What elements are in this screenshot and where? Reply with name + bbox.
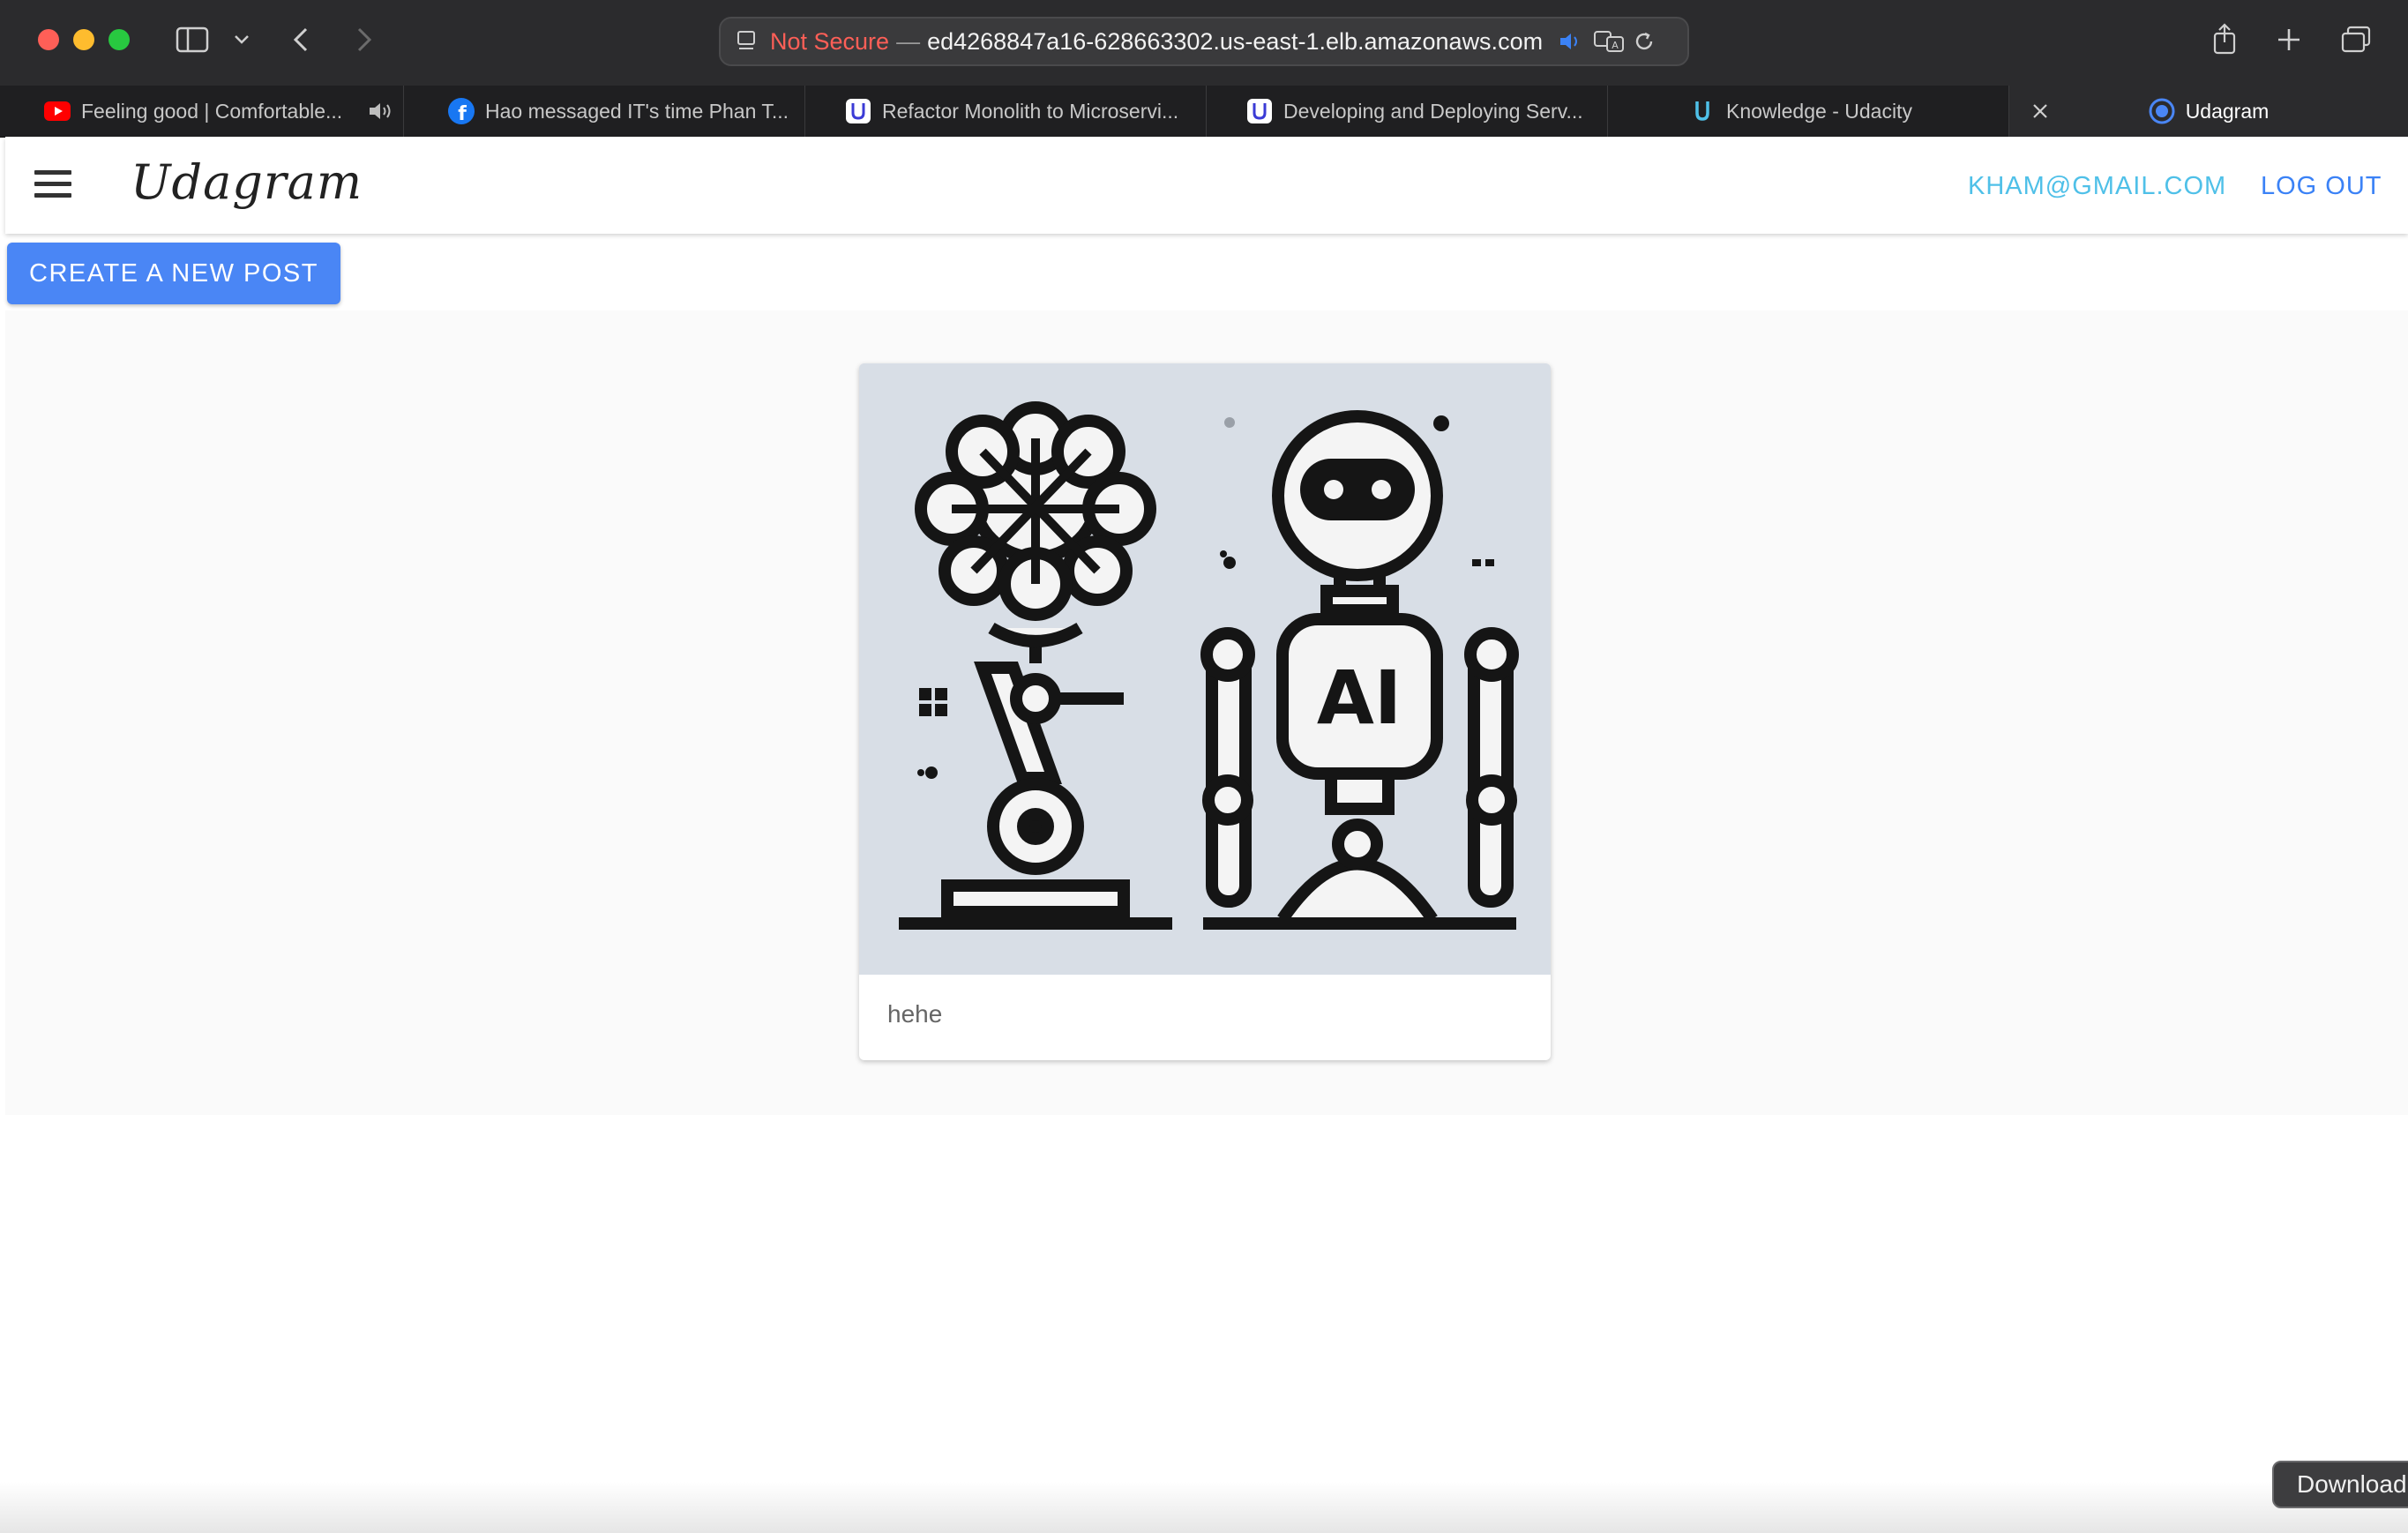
share-icon[interactable]: [2210, 21, 2240, 56]
chevron-down-icon[interactable]: [231, 29, 252, 50]
udacity-icon: [1246, 98, 1273, 124]
page-menu-icon[interactable]: [731, 28, 761, 55]
app-header: Udagram KHAM@GMAIL.COM LOG OUT: [5, 137, 2408, 234]
brand-logo[interactable]: Udagram: [131, 154, 363, 210]
post-image[interactable]: AI: [859, 363, 1551, 975]
create-post-button[interactable]: CREATE A NEW POST: [7, 243, 340, 304]
page-content: Udagram KHAM@GMAIL.COM LOG OUT CREATE A …: [5, 137, 2408, 1533]
address-bar[interactable]: Not Secure — ed4268847a16-628663302.us-e…: [719, 17, 1689, 66]
window-bottom-edge: [0, 1482, 2408, 1533]
zoom-window-button[interactable]: [108, 29, 130, 50]
udagram-icon: [2149, 98, 2175, 124]
svg-text:A: A: [1612, 40, 1619, 51]
not-secure-label: Not Secure: [770, 27, 890, 55]
youtube-icon: [44, 98, 71, 124]
reload-icon[interactable]: [1631, 28, 1657, 55]
tab-label: Knowledge - Udacity: [1726, 99, 1912, 123]
user-email-link[interactable]: KHAM@GMAIL.COM: [1968, 172, 2226, 201]
post-caption: hehe: [887, 1000, 943, 1028]
tab-label: Udagram: [2185, 99, 2270, 123]
url-text[interactable]: ed4268847a16-628663302.us-east-1.elb.ama…: [927, 28, 1543, 56]
tab-developing-deploying[interactable]: Developing and Deploying Serv...: [1207, 86, 1608, 137]
udacity-icon: [845, 98, 871, 124]
menu-icon[interactable]: [34, 170, 71, 200]
download-tooltip: Download: [2272, 1461, 2408, 1508]
svg-text:f: f: [458, 103, 467, 124]
new-tab-plus-icon[interactable]: [2274, 25, 2304, 55]
url-separator: —: [896, 27, 921, 55]
logout-button[interactable]: LOG OUT: [2261, 172, 2382, 201]
post-feed: AI hehe: [5, 310, 2408, 1115]
forward-arrow-icon[interactable]: [353, 25, 376, 55]
close-tab-icon[interactable]: [2027, 98, 2053, 124]
audio-icon[interactable]: [1557, 28, 1583, 55]
tab-knowledge-udacity[interactable]: Knowledge - Udacity: [1608, 86, 2009, 137]
tab-bar: Feeling good | Comfortable... f Hao mess…: [0, 86, 2408, 138]
translate-icon[interactable]: A: [1592, 28, 1627, 55]
back-arrow-icon[interactable]: [289, 25, 312, 55]
tab-label: Hao messaged IT's time Phan T...: [485, 99, 789, 123]
udacity-icon: [1689, 98, 1716, 124]
tab-facebook[interactable]: f Hao messaged IT's time Phan T...: [404, 86, 805, 137]
facebook-icon: f: [448, 98, 475, 124]
tab-youtube[interactable]: Feeling good | Comfortable...: [0, 86, 404, 137]
tab-label: Feeling good | Comfortable...: [81, 99, 343, 123]
post-card: AI hehe: [859, 363, 1551, 1060]
svg-text:AI: AI: [1317, 654, 1402, 741]
tab-label: Developing and Deploying Serv...: [1283, 99, 1583, 123]
tab-label: Refactor Monolith to Microservi...: [882, 99, 1179, 123]
tab-udagram[interactable]: Udagram: [2009, 86, 2408, 137]
tab-refactor-monolith[interactable]: Refactor Monolith to Microservi...: [805, 86, 1207, 137]
close-window-button[interactable]: [38, 29, 59, 50]
minimize-window-button[interactable]: [73, 29, 94, 50]
sidebar-icon[interactable]: [174, 24, 211, 56]
tab-overview-icon[interactable]: [2339, 24, 2373, 56]
speaker-icon[interactable]: [367, 98, 393, 124]
browser-toolbar: Not Secure — ed4268847a16-628663302.us-e…: [0, 0, 2408, 86]
